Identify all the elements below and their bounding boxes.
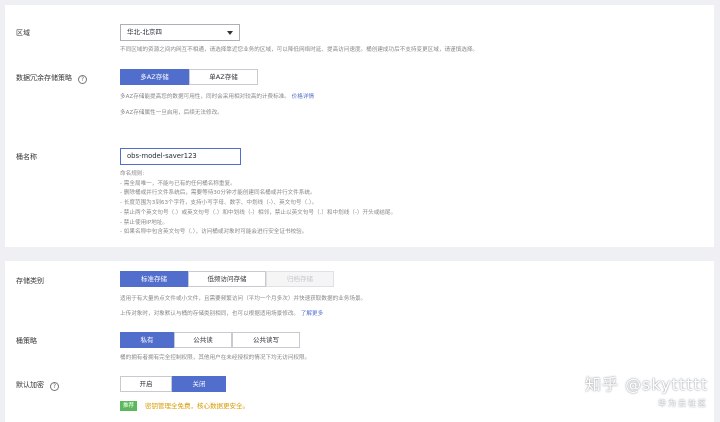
storage-class-label: 存储类别 [16, 277, 44, 285]
encryption-label: 默认加密? [16, 380, 59, 391]
zhihu-watermark: 知乎 @skyttttt [585, 375, 708, 394]
storage-archive-button: 归档存储 [266, 271, 334, 287]
redundancy-hint-2: 多AZ存储属性一旦启用，后续无法修改。 [120, 110, 223, 116]
bucket-policy-hint: 桶的拥有者拥有完全控制权限，其他用户在未经授权的情况下均无访问权限。 [120, 355, 311, 361]
policy-public-read-write-button[interactable]: 公共读写 [232, 332, 300, 348]
redundancy-hint: 多AZ存储能提高您的数据可用性，同时会采用相对较高的计费标准。 价格详情 [120, 94, 315, 100]
price-details-link[interactable]: 价格详情 [292, 94, 314, 100]
region-select[interactable]: 华北-北京四 [120, 24, 240, 41]
caret-down-icon [227, 31, 233, 35]
bucket-name-input[interactable]: obs-model-saver123 [120, 148, 241, 165]
region-label: 区域 [16, 29, 30, 37]
bucket-name-label: 桶名称 [16, 153, 37, 161]
huawei-cloud-watermark: 华为云社区 [658, 399, 708, 408]
storage-standard-button[interactable]: 标准存储 [120, 271, 188, 287]
encryption-off-button[interactable]: 关闭 [172, 376, 226, 392]
bucket-policy-label: 桶策略 [16, 337, 37, 345]
region-hint: 不同区域的资源之间内网互不相通，请选择靠近您业务的区域，可以降低网络时延、提高访… [120, 47, 479, 53]
encryption-on-button[interactable]: 开启 [120, 376, 172, 392]
redundancy-multi-az-button[interactable]: 多AZ存储 [120, 69, 189, 85]
redundancy-label: 数据冗余存储策略? [16, 73, 87, 84]
storage-class-hint: 适用于有大量热点文件或小文件，且需要频繁访问（平均一个月多次）并快速获取数据的业… [120, 296, 367, 302]
storage-class-hint-2: 上传对象时，对象默认与桶的存储类别相同，也可以根据适用场景修改。 了解更多 [120, 311, 324, 317]
bucket-name-rules: 命名规则: - 需全局唯一，不能与已有的任何桶名称重复。 - 删除桶或并行文件系… [120, 171, 397, 236]
region-select-value: 华北-北京四 [127, 28, 162, 36]
policy-private-button[interactable]: 私有 [120, 332, 174, 348]
learn-more-link[interactable]: 了解更多 [301, 311, 323, 317]
storage-infrequent-button[interactable]: 低频访问存储 [188, 271, 266, 287]
encryption-note: 密钥管理全免费，核心数据更安全。 [145, 402, 249, 410]
redundancy-single-az-button[interactable]: 单AZ存储 [189, 69, 258, 85]
policy-public-read-button[interactable]: 公共读 [174, 332, 232, 348]
storage-panel [5, 261, 714, 422]
help-icon[interactable]: ? [78, 75, 87, 84]
recommend-badge: 推荐 [120, 401, 138, 411]
help-icon[interactable]: ? [50, 382, 59, 391]
